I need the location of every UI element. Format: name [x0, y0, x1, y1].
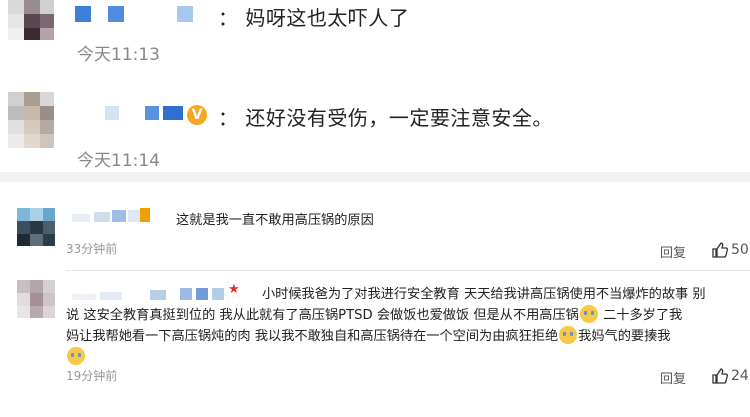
comment-text: ： 妈呀这也太吓人了	[218, 6, 410, 30]
comment-line	[66, 347, 750, 368]
comment-line: 妈让我帮她看一下高压锅炖的肉 我以我不敢独自和高压锅待在一个空间为由疯狂拒绝 我妈…	[66, 326, 750, 347]
list-item: 这就是我一直不敢用高压锅的原因 33分钟前 回复 50	[0, 200, 750, 266]
comment-time: 今天11:14	[77, 151, 160, 171]
like-count: 50	[731, 242, 749, 258]
comment-time: 19分钟前	[66, 369, 118, 383]
avatar[interactable]	[8, 92, 54, 148]
comment-text: 小时候我爸为了对我进行安全教育 天天给我讲高压锅使用不当爆炸的故事 别 说 这安…	[66, 284, 750, 368]
comment-line: 说 这安全教育真挺到位的 我从此就有了高压锅PTSD 会做饭也爱做饭 但是从不用…	[66, 305, 750, 326]
thumbs-up-icon[interactable]	[712, 242, 728, 258]
comment-time: 33分钟前	[66, 242, 118, 256]
thumbs-up-icon[interactable]	[712, 368, 728, 384]
crying-emoji-icon	[67, 347, 85, 365]
username-blurred[interactable]	[75, 6, 195, 24]
top-comments-section: ： 妈呀这也太吓人了 今天11:13 V ： 还好没有受伤，一定要注意安全。 今…	[0, 0, 750, 172]
comment-line-text: 妈让我帮她看一下高压锅炖的肉 我以我不敢独自和高压锅待在一个空间为由疯狂拒绝	[66, 329, 559, 344]
section-divider	[0, 172, 750, 182]
like-count: 24	[731, 368, 749, 384]
comment-line: 小时候我爸为了对我进行安全教育 天天给我讲高压锅使用不当爆炸的故事 别	[262, 287, 706, 302]
row-divider	[66, 270, 750, 271]
avatar[interactable]	[17, 208, 55, 246]
reply-button[interactable]: 回复	[660, 242, 686, 261]
verified-badge-icon: V	[187, 105, 207, 125]
comment-line-text: 说 这安全教育真挺到位的 我从此就有了高压锅PTSD 会做饭也爱做饭 但是从不用…	[66, 308, 579, 323]
comment-text: ： 还好没有受伤，一定要注意安全。	[218, 106, 553, 130]
comment-line-text: 二十多岁了我	[603, 308, 683, 323]
reply-button[interactable]: 回复	[660, 368, 686, 387]
avatar[interactable]	[17, 280, 55, 318]
crying-emoji-icon	[559, 326, 578, 344]
username-blurred[interactable]	[72, 208, 162, 224]
comment-text: 这就是我一直不敢用高压锅的原因	[176, 213, 374, 228]
crying-emoji-icon	[579, 305, 598, 323]
comment-line-text: 我妈气的要揍我	[578, 329, 671, 344]
comment-time: 今天11:13	[77, 45, 160, 65]
list-item: ★ 小时候我爸为了对我进行安全教育 天天给我讲高压锅使用不当爆炸的故事 别 说 …	[0, 276, 750, 417]
avatar[interactable]	[8, 0, 54, 40]
